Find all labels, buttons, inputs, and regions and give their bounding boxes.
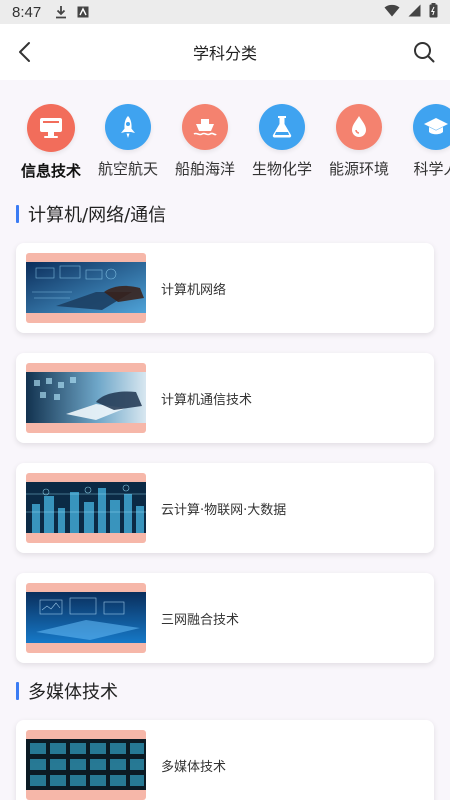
- subject-card[interactable]: 云计算·物联网·大数据: [16, 463, 434, 553]
- section-accent-bar: [16, 682, 19, 700]
- section-title: 多媒体技术: [16, 681, 118, 703]
- graduation-cap-icon: [424, 118, 448, 135]
- subject-card[interactable]: 计算机通信技术: [16, 353, 434, 443]
- signal-icon: [408, 4, 421, 21]
- category-aerospace[interactable]: 航空航天: [89, 104, 167, 179]
- category-icon-circle: [336, 104, 382, 150]
- page-title: 学科分类: [192, 44, 257, 63]
- drop-icon: [352, 116, 366, 137]
- status-bar: 8:47: [0, 0, 450, 24]
- subject-thumbnail: [26, 363, 146, 433]
- wifi-icon: [384, 4, 400, 21]
- category-label: 生物化学: [251, 160, 312, 178]
- battery-icon: [429, 2, 438, 22]
- category-icon-circle: [413, 104, 450, 150]
- subject-thumbnail: [26, 730, 146, 800]
- category-science-people[interactable]: 科学人: [397, 104, 450, 179]
- subject-name: 计算机网络: [161, 282, 227, 298]
- category-energy-env[interactable]: 能源环境: [320, 104, 398, 179]
- subject-name: 多媒体技术: [161, 759, 227, 775]
- ship-icon: [193, 119, 217, 136]
- category-label: 信息技术: [20, 162, 81, 180]
- category-ship-ocean[interactable]: 船舶海洋: [166, 104, 244, 179]
- subject-thumbnail: [26, 253, 146, 323]
- subject-name: 云计算·物联网·大数据: [161, 502, 287, 518]
- back-button[interactable]: [10, 38, 38, 66]
- subject-thumbnail: [26, 473, 146, 543]
- category-label: 航空航天: [97, 160, 158, 178]
- subject-card[interactable]: 计算机网络: [16, 243, 434, 333]
- section-title: 计算机/网络/通信: [16, 204, 167, 226]
- section-title-text: 多媒体技术: [28, 682, 118, 703]
- section-accent-bar: [16, 205, 19, 223]
- category-icon-circle: [182, 104, 228, 150]
- category-label: 能源环境: [328, 160, 389, 178]
- category-biochem[interactable]: 生物化学: [243, 104, 321, 179]
- app-header: 学科分类: [0, 24, 450, 80]
- category-icon-circle: [259, 104, 305, 150]
- category-icon-circle: [27, 104, 75, 152]
- category-info-tech[interactable]: 信息技术: [12, 104, 90, 181]
- subject-name: 三网融合技术: [161, 612, 240, 628]
- section-title-text: 计算机/网络/通信: [28, 205, 167, 226]
- category-icon-circle: [105, 104, 151, 150]
- subject-card[interactable]: 多媒体技术: [16, 720, 434, 800]
- category-label: 科学人: [413, 160, 450, 178]
- category-strip[interactable]: 信息技术 航空航天 船舶海洋 生物化学 能源环境 科学人: [0, 80, 450, 192]
- rocket-icon: [121, 116, 135, 138]
- subject-card[interactable]: 三网融合技术: [16, 573, 434, 663]
- status-time: 8:47: [12, 3, 42, 21]
- app-notification-icon: [77, 6, 89, 18]
- monitor-icon: [40, 118, 62, 138]
- category-label: 船舶海洋: [174, 160, 235, 178]
- back-arrow-icon: [19, 42, 30, 62]
- subject-thumbnail: [26, 583, 146, 653]
- subject-name: 计算机通信技术: [161, 392, 253, 408]
- search-icon: [414, 42, 435, 63]
- search-button[interactable]: [410, 38, 438, 66]
- download-icon: [55, 5, 67, 19]
- flask-icon: [272, 116, 292, 138]
